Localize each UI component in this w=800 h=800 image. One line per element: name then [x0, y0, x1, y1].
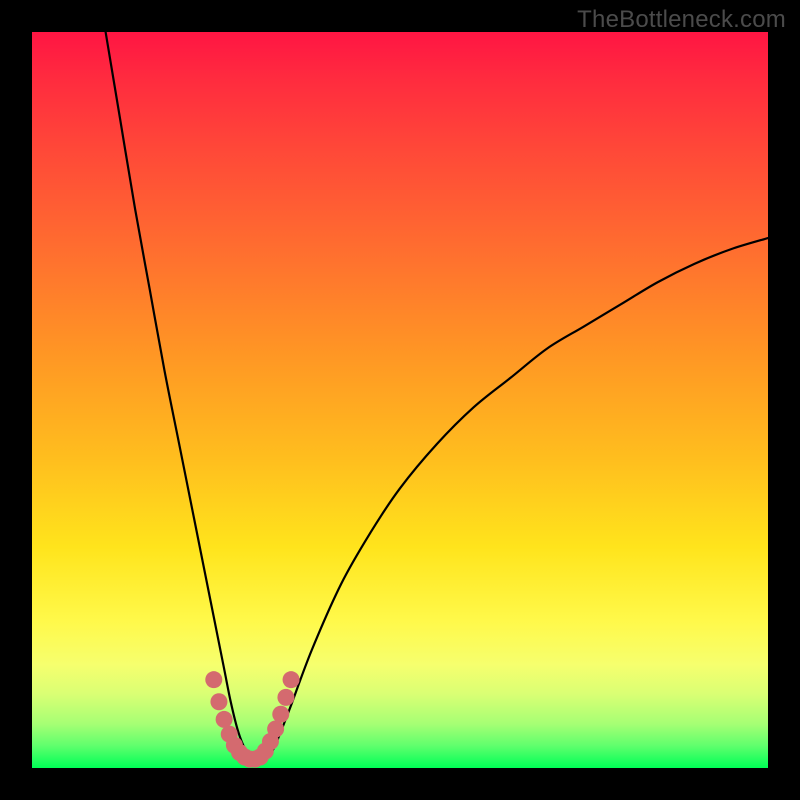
- valley-dot: [267, 720, 284, 737]
- curve-svg: [32, 32, 768, 768]
- valley-dot: [277, 689, 294, 706]
- watermark-text: TheBottleneck.com: [577, 6, 786, 34]
- bottleneck-curve: [106, 32, 768, 759]
- valley-dot: [210, 693, 227, 710]
- valley-dot: [283, 671, 300, 688]
- valley-dot: [216, 711, 233, 728]
- chart-frame: TheBottleneck.com: [0, 0, 800, 800]
- valley-dot: [205, 671, 222, 688]
- valley-highlight: [205, 671, 299, 767]
- valley-dot: [272, 706, 289, 723]
- plot-area: [32, 32, 768, 768]
